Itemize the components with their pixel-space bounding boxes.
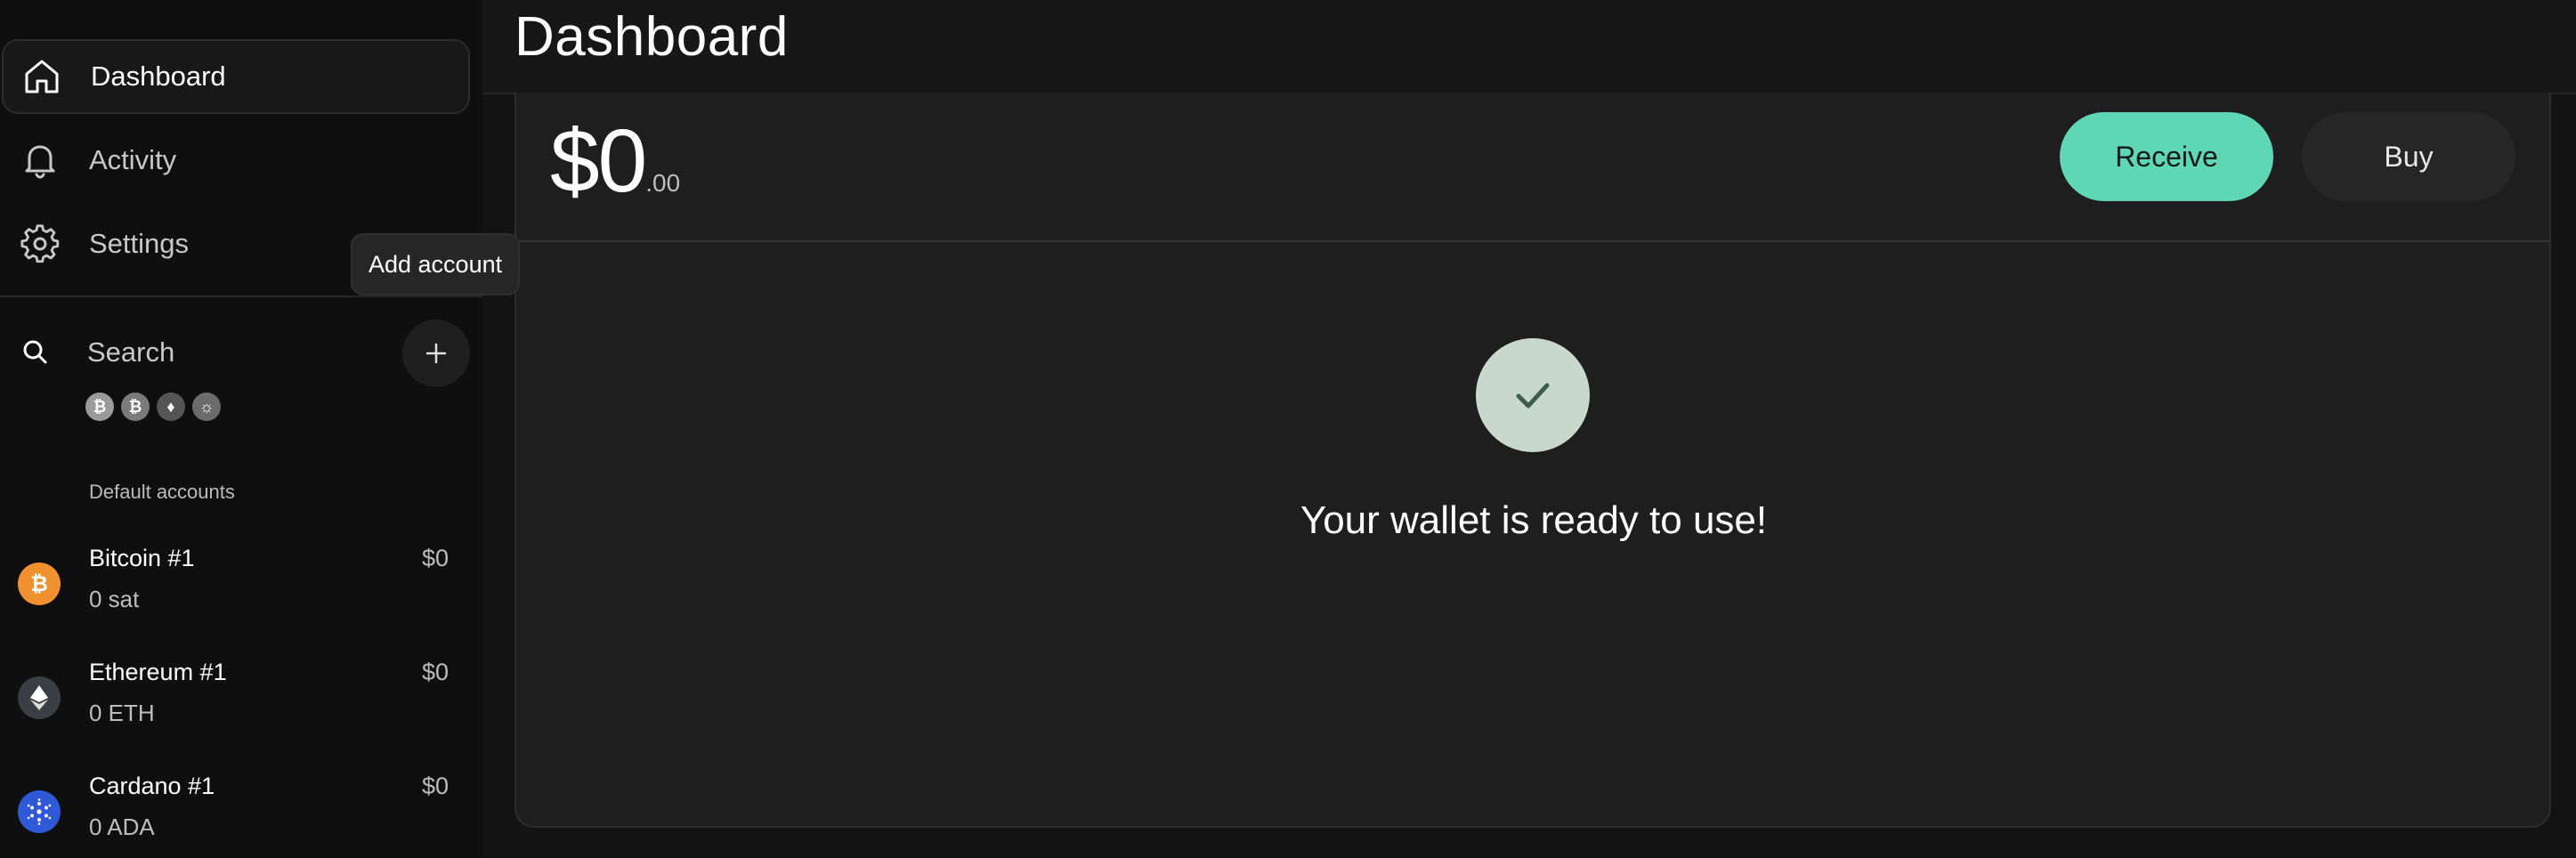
search-icon bbox=[20, 336, 52, 368]
buy-button[interactable]: Buy bbox=[2302, 112, 2515, 201]
ethereum-icon bbox=[18, 676, 61, 719]
cardano-icon bbox=[18, 790, 61, 833]
page-header: Dashboard bbox=[482, 0, 2576, 94]
sidebar-item-label: Activity bbox=[89, 144, 177, 175]
receive-button[interactable]: Receive bbox=[2060, 112, 2273, 201]
add-account-button[interactable] bbox=[402, 320, 470, 387]
account-row-bitcoin[interactable]: ₿ Bitcoin #1 0 sat $0 bbox=[0, 539, 482, 628]
ethereum-chip-icon[interactable]: ♦ bbox=[157, 393, 185, 421]
sidebar: Dashboard Activity Settings Search ₿ ₿ ♦… bbox=[0, 0, 482, 858]
account-name: Bitcoin #1 bbox=[89, 545, 195, 571]
search-label: Search bbox=[87, 336, 175, 368]
gear-icon bbox=[20, 223, 61, 264]
sidebar-item-label: Settings bbox=[89, 228, 190, 259]
app-window: Dashboard Activity Settings Search ₿ ₿ ♦… bbox=[0, 0, 2576, 858]
sidebar-item-dashboard[interactable]: Dashboard bbox=[2, 39, 470, 114]
plus-icon bbox=[425, 343, 447, 364]
section-title: Default accounts bbox=[89, 481, 235, 503]
sidebar-item-label: Dashboard bbox=[91, 61, 226, 92]
wallet-ready-message: Your wallet is ready to use! bbox=[1300, 498, 1768, 542]
home-icon bbox=[21, 56, 62, 97]
account-balance: 0 ADA bbox=[89, 813, 155, 840]
account-balance: 0 sat bbox=[89, 586, 140, 612]
account-row-ethereum[interactable]: Ethereum #1 0 ETH $0 bbox=[0, 653, 482, 742]
svg-text:₿: ₿ bbox=[30, 571, 48, 596]
account-fiat-value: $0 bbox=[421, 545, 449, 571]
sidebar-item-activity[interactable]: Activity bbox=[2, 123, 470, 198]
card-divider bbox=[516, 240, 2551, 242]
success-badge bbox=[1476, 338, 1590, 452]
account-name: Ethereum #1 bbox=[89, 659, 227, 685]
balance-whole: $0 bbox=[550, 111, 647, 211]
page-title: Dashboard bbox=[514, 6, 789, 68]
bitcoin-chip-icon[interactable]: ₿ bbox=[85, 393, 114, 421]
account-row-cardano[interactable]: Cardano #1 0 ADA $0 bbox=[0, 767, 482, 856]
account-search[interactable]: Search bbox=[0, 317, 482, 388]
account-fiat-value: $0 bbox=[421, 659, 449, 685]
cardano-chip-icon[interactable]: ☼ bbox=[192, 393, 221, 421]
bitcoin-icon: ₿ bbox=[18, 563, 61, 605]
network-filter-chips: ₿ ₿ ♦ ☼ bbox=[85, 393, 221, 423]
account-fiat-value: $0 bbox=[421, 773, 449, 799]
main-content: Dashboard $0 .00 Receive Buy Your wallet… bbox=[482, 0, 2576, 858]
bell-icon bbox=[20, 140, 61, 181]
sidebar-divider bbox=[0, 295, 482, 297]
add-account-tooltip: Add account bbox=[351, 233, 521, 295]
total-balance: $0 .00 bbox=[550, 110, 680, 213]
wallet-card: $0 .00 Receive Buy Your wallet is ready … bbox=[514, 93, 2551, 828]
balance-cents: .00 bbox=[645, 169, 681, 197]
account-balance: 0 ETH bbox=[89, 700, 155, 726]
account-name: Cardano #1 bbox=[89, 773, 215, 799]
bitcoin-alt-chip-icon[interactable]: ₿ bbox=[121, 393, 150, 421]
check-icon bbox=[1516, 383, 1550, 409]
